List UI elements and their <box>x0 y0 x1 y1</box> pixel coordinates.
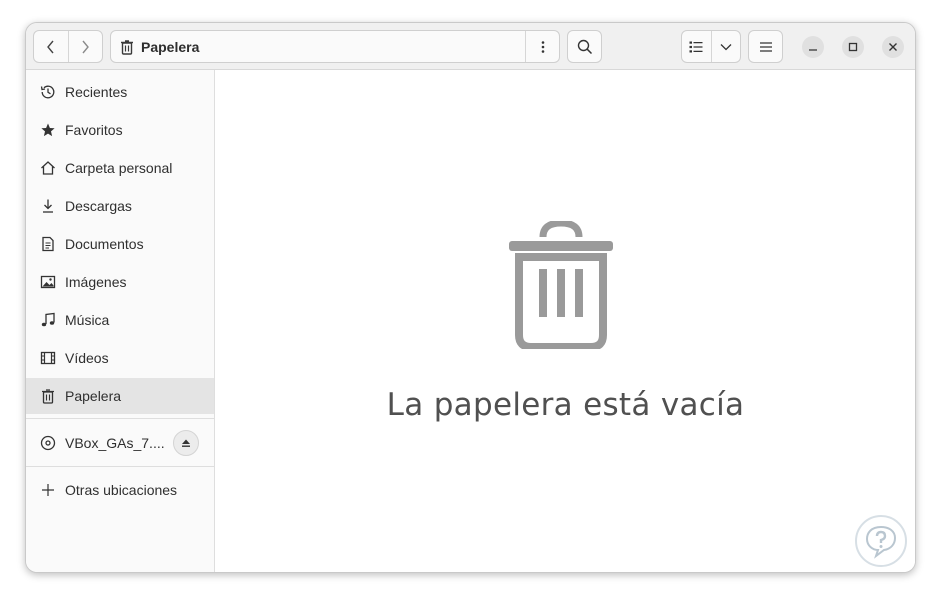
star-icon <box>40 122 56 138</box>
forward-button[interactable] <box>67 31 103 62</box>
plus-icon <box>40 482 56 498</box>
view-options-dropdown[interactable] <box>710 31 741 62</box>
sidebar-item-label: Vídeos <box>65 350 109 366</box>
eject-icon <box>182 439 190 447</box>
disc-icon <box>40 435 56 451</box>
file-manager-window: Papelera Recientes Favoritos Carpeta per… <box>25 22 916 573</box>
header-bar: Papelera <box>26 23 915 70</box>
sidebar-item-label: Carpeta personal <box>65 160 173 176</box>
sidebar-item-label: Descargas <box>65 198 132 214</box>
sidebar-item-imagenes[interactable]: Imágenes <box>26 264 214 300</box>
watermark-logo <box>855 515 907 567</box>
sidebar: Recientes Favoritos Carpeta personal Des… <box>26 70 215 572</box>
sidebar-item-label: Otras ubicaciones <box>65 482 178 498</box>
location-bar: Papelera <box>110 30 560 63</box>
sidebar-item-videos[interactable]: Vídeos <box>26 340 214 376</box>
maximize-button[interactable] <box>842 36 864 58</box>
sidebar-divider <box>26 418 214 419</box>
vertical-dots-icon <box>541 40 544 53</box>
view-switcher <box>681 30 741 63</box>
search-button[interactable] <box>567 30 602 63</box>
sidebar-item-label: Imágenes <box>65 274 127 290</box>
sidebar-item-otras-ubicaciones[interactable]: Otras ubicaciones <box>26 472 214 508</box>
minimize-button[interactable] <box>802 36 824 58</box>
close-button[interactable] <box>882 36 904 58</box>
sidebar-item-musica[interactable]: Música <box>26 302 214 338</box>
sidebar-item-label: Documentos <box>65 236 144 252</box>
sidebar-item-label: Recientes <box>65 84 128 100</box>
document-icon <box>40 236 56 252</box>
location-label: Papelera <box>141 38 200 55</box>
image-icon <box>40 274 56 290</box>
chevron-down-icon <box>720 43 732 50</box>
main-menu-button[interactable] <box>748 30 783 63</box>
list-view-button[interactable] <box>682 31 711 62</box>
video-icon <box>40 350 56 366</box>
main-content: La papelera está vacía <box>216 70 915 572</box>
trash-large-icon <box>509 219 613 354</box>
close-icon <box>889 43 897 51</box>
list-view-icon <box>689 41 703 52</box>
empty-trash-message: La papelera está vacía <box>386 387 745 423</box>
breadcrumb-papelera[interactable]: Papelera <box>111 31 525 62</box>
sidebar-item-carpeta-personal[interactable]: Carpeta personal <box>26 150 214 186</box>
search-icon <box>577 39 592 54</box>
sidebar-item-label: Música <box>65 312 110 328</box>
trash-icon <box>121 39 133 55</box>
navigation-buttons <box>33 30 103 63</box>
maximize-icon <box>848 42 858 52</box>
download-icon <box>40 198 56 214</box>
sidebar-item-label: VBox_GAs_7.... <box>65 435 165 451</box>
sidebar-divider <box>26 466 214 467</box>
music-icon <box>40 312 56 328</box>
sidebar-item-label: Favoritos <box>65 122 123 138</box>
chevron-right-icon <box>82 40 90 53</box>
back-button[interactable] <box>34 31 68 62</box>
sidebar-item-recientes[interactable]: Recientes <box>26 74 214 110</box>
history-icon <box>40 84 56 100</box>
sidebar-item-label: Papelera <box>65 388 122 404</box>
sidebar-item-favoritos[interactable]: Favoritos <box>26 112 214 148</box>
home-icon <box>40 160 56 176</box>
sidebar-item-descargas[interactable]: Descargas <box>26 188 214 224</box>
trash-icon <box>40 388 56 404</box>
sidebar-item-papelera[interactable]: Papelera <box>26 378 214 414</box>
chevron-left-icon <box>46 40 54 53</box>
sidebar-item-documentos[interactable]: Documentos <box>26 226 214 262</box>
hamburger-icon <box>759 41 772 52</box>
sidebar-item-vbox-disc[interactable]: VBox_GAs_7.... <box>26 425 166 461</box>
eject-button[interactable] <box>173 430 199 456</box>
minimize-icon <box>809 49 817 51</box>
location-menu-button[interactable] <box>525 31 559 62</box>
